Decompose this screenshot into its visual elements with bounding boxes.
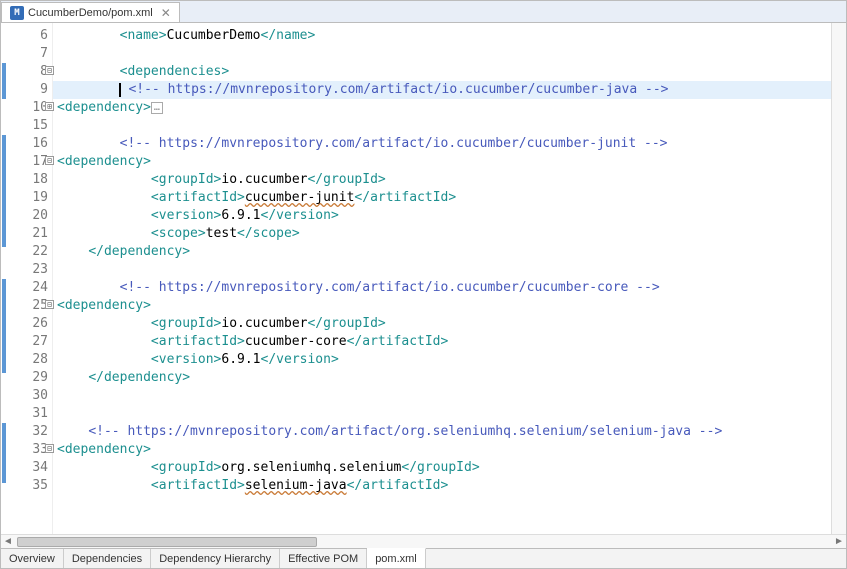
pom-tab-overview[interactable]: Overview: [1, 549, 64, 568]
line-number: 22: [9, 243, 52, 261]
scroll-right-icon[interactable]: ►: [832, 536, 846, 547]
line-number: 32: [9, 423, 52, 441]
code-line[interactable]: </dependency>: [53, 369, 831, 387]
pom-tab-dependency-hierarchy[interactable]: Dependency Hierarchy: [151, 549, 280, 568]
code-line[interactable]: <dependency>…: [53, 99, 831, 117]
code-editor[interactable]: <name>CucumberDemo</name> <dependencies>…: [53, 23, 831, 534]
fold-expand-icon[interactable]: ⊞: [45, 102, 54, 111]
line-number: 19: [9, 189, 52, 207]
editor-tab[interactable]: M CucumberDemo/pom.xml ✕: [1, 2, 180, 22]
line-number: 31: [9, 405, 52, 423]
scroll-left-icon[interactable]: ◄: [1, 536, 15, 547]
code-line[interactable]: <artifactId>cucumber-junit</artifactId>: [53, 189, 831, 207]
pom-editor-tabs: OverviewDependenciesDependency Hierarchy…: [1, 548, 846, 568]
fold-collapse-icon[interactable]: ⊟: [45, 156, 54, 165]
line-number: 8⊟: [9, 63, 52, 81]
code-line[interactable]: [53, 261, 831, 279]
code-line[interactable]: <groupId>org.seleniumhq.selenium</groupI…: [53, 459, 831, 477]
code-line[interactable]: <dependencies>: [53, 63, 831, 81]
line-number: 17⊟: [9, 153, 52, 171]
code-line[interactable]: [53, 117, 831, 135]
code-line[interactable]: <scope>test</scope>: [53, 225, 831, 243]
code-line[interactable]: <version>6.9.1</version>: [53, 207, 831, 225]
code-line[interactable]: <version>6.9.1</version>: [53, 351, 831, 369]
pom-tab-pom-xml[interactable]: pom.xml: [367, 548, 426, 568]
code-line[interactable]: <dependency>: [53, 441, 831, 459]
line-number: 25⊟: [9, 297, 52, 315]
code-line[interactable]: <!-- https://mvnrepository.com/artifact/…: [53, 135, 831, 153]
change-marker: [2, 63, 6, 99]
line-number: 26: [9, 315, 52, 333]
fold-collapse-icon[interactable]: ⊟: [45, 300, 54, 309]
change-marker: [2, 279, 6, 373]
line-number: 28: [9, 351, 52, 369]
code-line[interactable]: </dependency>: [53, 243, 831, 261]
line-number: 23: [9, 261, 52, 279]
fold-collapse-icon[interactable]: ⊟: [45, 444, 54, 453]
code-line[interactable]: <artifactId>selenium-java</artifactId>: [53, 477, 831, 495]
code-line[interactable]: <name>CucumberDemo</name>: [53, 27, 831, 45]
code-line[interactable]: <dependency>: [53, 297, 831, 315]
code-line[interactable]: <!-- https://mvnrepository.com/artifact/…: [53, 423, 831, 441]
line-number: 35: [9, 477, 52, 495]
code-line[interactable]: [53, 405, 831, 423]
vertical-scrollbar[interactable]: [831, 23, 846, 534]
pom-tab-dependencies[interactable]: Dependencies: [64, 549, 151, 568]
line-number: 10⊞: [9, 99, 52, 117]
line-number: 18: [9, 171, 52, 189]
line-number: 27: [9, 333, 52, 351]
line-number: 15: [9, 117, 52, 135]
line-number-gutter[interactable]: 678⊟910⊞151617⊟1819202122232425⊟26272829…: [9, 23, 53, 534]
pom-tab-effective-pom[interactable]: Effective POM: [280, 549, 367, 568]
line-number: 30: [9, 387, 52, 405]
line-number: 33⊟: [9, 441, 52, 459]
change-marker: [2, 423, 6, 483]
code-line[interactable]: <groupId>io.cucumber</groupId>: [53, 171, 831, 189]
code-line[interactable]: <!-- https://mvnrepository.com/artifact/…: [53, 81, 831, 99]
code-line[interactable]: <groupId>io.cucumber</groupId>: [53, 315, 831, 333]
code-line[interactable]: <!-- https://mvnrepository.com/artifact/…: [53, 279, 831, 297]
line-number: 24: [9, 279, 52, 297]
code-line[interactable]: [53, 387, 831, 405]
code-line[interactable]: <artifactId>cucumber-core</artifactId>: [53, 333, 831, 351]
line-number: 7: [9, 45, 52, 63]
editor-tab-title: CucumberDemo/pom.xml: [28, 7, 153, 19]
close-icon[interactable]: ✕: [161, 6, 171, 20]
line-number: 9: [9, 81, 52, 99]
horizontal-scrollbar[interactable]: ◄ ►: [1, 534, 846, 548]
code-line[interactable]: <dependency>: [53, 153, 831, 171]
change-marker: [2, 135, 6, 247]
code-line[interactable]: [53, 45, 831, 63]
line-number: 29: [9, 369, 52, 387]
line-number: 34: [9, 459, 52, 477]
line-number: 6: [9, 27, 52, 45]
line-number: 20: [9, 207, 52, 225]
line-number: 16: [9, 135, 52, 153]
fold-collapse-icon[interactable]: ⊟: [45, 66, 54, 75]
editor-area: 678⊟910⊞151617⊟1819202122232425⊟26272829…: [1, 23, 846, 534]
line-number: 21: [9, 225, 52, 243]
change-ruler: [1, 23, 9, 534]
maven-file-icon: M: [10, 6, 24, 20]
scrollbar-thumb[interactable]: [17, 537, 317, 547]
editor-tab-bar: M CucumberDemo/pom.xml ✕: [1, 1, 846, 23]
folded-region-icon[interactable]: …: [151, 102, 163, 114]
